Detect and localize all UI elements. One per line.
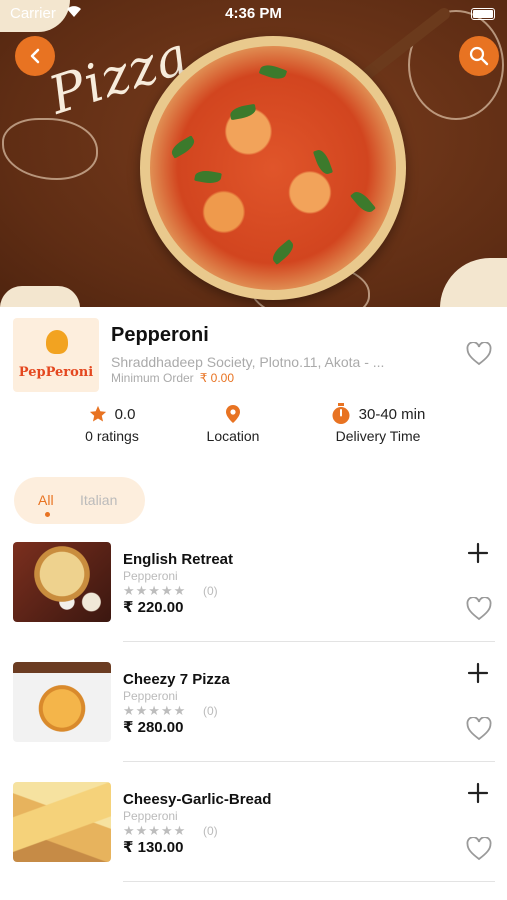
hero-banner: Pizza bbox=[0, 0, 507, 307]
menu-item-price: ₹ 130.00 bbox=[123, 839, 184, 856]
favorite-button[interactable] bbox=[466, 836, 492, 866]
rating-value: 0.0 bbox=[114, 405, 136, 423]
restaurant-logo: PepPeroni bbox=[13, 318, 99, 392]
add-to-cart-button[interactable] bbox=[467, 660, 489, 690]
logo-text: PepPeroni bbox=[18, 365, 94, 380]
plus-icon bbox=[467, 782, 489, 804]
back-button[interactable] bbox=[15, 36, 55, 76]
logo-mascot-icon bbox=[46, 330, 68, 354]
item-divider bbox=[123, 881, 495, 882]
menu-item-stars: ★★★★★ bbox=[123, 703, 187, 718]
heart-outline-icon bbox=[466, 716, 492, 741]
menu-item-image bbox=[13, 542, 111, 622]
menu-item-name: Cheesy-Garlic-Bread bbox=[123, 791, 272, 808]
minimum-order-value: ₹ 0.00 bbox=[199, 371, 235, 385]
menu-item-price: ₹ 220.00 bbox=[123, 599, 184, 616]
stopwatch-icon bbox=[332, 403, 350, 424]
menu-item-restaurant: Pepperoni bbox=[123, 689, 178, 703]
add-to-cart-button[interactable] bbox=[467, 780, 489, 810]
menu-item-restaurant: Pepperoni bbox=[123, 809, 178, 823]
chevron-left-icon bbox=[30, 48, 40, 64]
battery-icon bbox=[471, 8, 495, 20]
status-time: 4:36 PM bbox=[225, 5, 282, 22]
tab-italian[interactable]: Italian bbox=[80, 492, 117, 508]
map-pin-icon bbox=[226, 405, 240, 423]
minimum-order: Minimum Order ₹ 0.00 bbox=[111, 371, 234, 385]
category-tabs: All Italian bbox=[14, 477, 145, 524]
restaurant-favorite-button[interactable] bbox=[466, 341, 492, 371]
delivery-stat: 30-40 min Delivery Time bbox=[323, 402, 433, 444]
menu-item-image bbox=[13, 782, 111, 862]
menu-item-stars: ★★★★★ bbox=[123, 823, 187, 838]
rating-stat: 0.0 0 ratings bbox=[72, 402, 152, 445]
menu-item[interactable]: Cheezy 7 Pizza Pepperoni ★★★★★ (0) ₹ 280… bbox=[0, 662, 507, 782]
item-divider bbox=[123, 761, 495, 762]
menu-item-price: ₹ 280.00 bbox=[123, 719, 184, 736]
location-label: Location bbox=[206, 428, 260, 444]
favorite-button[interactable] bbox=[466, 716, 492, 746]
star-icon bbox=[89, 405, 106, 422]
menu-item[interactable]: Cheesy-Garlic-Bread Pepperoni ★★★★★ (0) … bbox=[0, 782, 507, 900]
menu-item-rating-count: (0) bbox=[203, 584, 218, 598]
add-to-cart-button[interactable] bbox=[467, 540, 489, 570]
menu-item-name: English Retreat bbox=[123, 551, 234, 568]
delivery-time-value: 30-40 min bbox=[358, 405, 426, 423]
heart-outline-icon bbox=[466, 836, 492, 861]
restaurant-name: Pepperoni bbox=[111, 324, 209, 346]
menu-item[interactable]: English Retreat Pepperoni ★★★★★ (0) ₹ 22… bbox=[0, 542, 507, 662]
menu-item-rating-count: (0) bbox=[203, 824, 218, 838]
plus-icon bbox=[467, 662, 489, 684]
menu-item-image bbox=[13, 662, 111, 742]
status-bar: Carrier 4:36 PM bbox=[0, 0, 507, 28]
menu-item-restaurant: Pepperoni bbox=[123, 569, 178, 583]
menu-item-rating-count: (0) bbox=[203, 704, 218, 718]
item-divider bbox=[123, 641, 495, 642]
menu-item-name: Cheezy 7 Pizza bbox=[123, 671, 230, 688]
menu-item-stars: ★★★★★ bbox=[123, 583, 187, 598]
minimum-order-label: Minimum Order bbox=[111, 371, 194, 385]
search-icon bbox=[469, 46, 489, 66]
search-button[interactable] bbox=[459, 36, 499, 76]
restaurant-address: Shraddhadeep Society, Plotno.11, Akota -… bbox=[111, 354, 385, 370]
tab-all[interactable]: All bbox=[38, 492, 54, 517]
delivery-time-label: Delivery Time bbox=[335, 428, 421, 444]
heart-outline-icon bbox=[466, 596, 492, 621]
location-stat[interactable]: Location bbox=[193, 402, 273, 444]
rating-label: 0 ratings bbox=[85, 428, 139, 444]
pizza-hero-image bbox=[150, 46, 396, 290]
favorite-button[interactable] bbox=[466, 596, 492, 626]
plus-icon bbox=[467, 542, 489, 564]
heart-outline-icon bbox=[466, 341, 492, 366]
restaurant-stats: 0.0 0 ratings Location 30-40 min Deliver… bbox=[0, 402, 507, 452]
